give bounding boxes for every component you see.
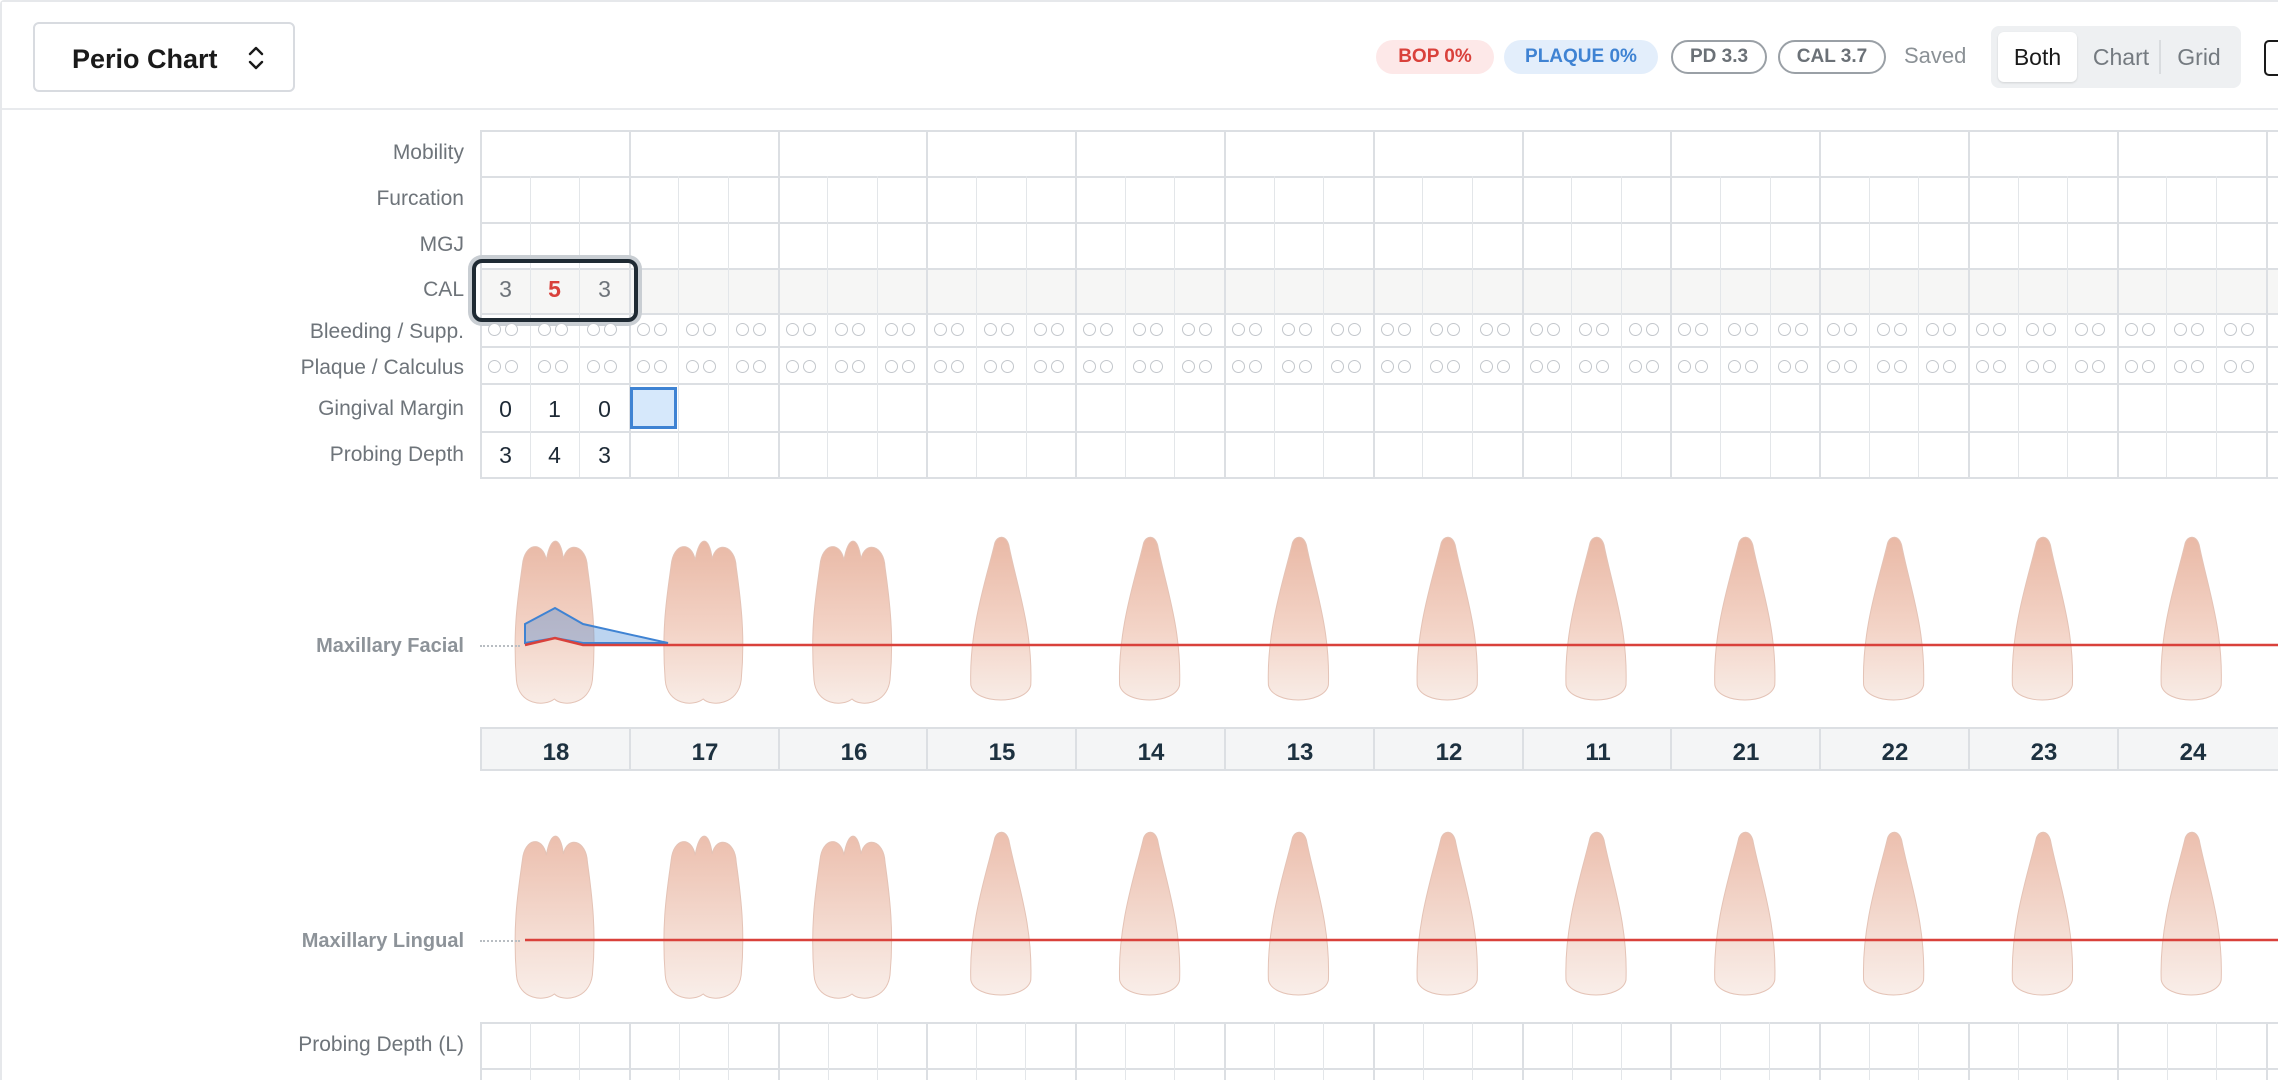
facial-leader-dots	[480, 645, 520, 647]
tooth-number-24[interactable]: 24	[2119, 739, 2267, 767]
lingual-tooth-24[interactable]	[2160, 831, 2222, 996]
tooth-number-17[interactable]: 17	[631, 739, 779, 767]
tooth-chart	[514, 536, 2278, 999]
tooth-number-22[interactable]: 22	[1821, 739, 1969, 767]
tooth-number-16[interactable]: 16	[780, 739, 928, 767]
tooth-number-21[interactable]: 21	[1672, 739, 1820, 767]
facial-tooth-24[interactable]	[2160, 536, 2222, 701]
facial-tooth-14[interactable]	[1118, 536, 1181, 701]
tooth-number-23[interactable]: 23	[1970, 739, 2118, 767]
facial-tooth-11[interactable]	[1565, 536, 1627, 701]
tooth-number-15[interactable]: 15	[928, 739, 1076, 767]
lingual-tooth-11[interactable]	[1565, 831, 1627, 996]
tooth-number-divider	[2117, 729, 2119, 769]
tooth-number-14[interactable]: 14	[1077, 739, 1225, 767]
lingual-tooth-21[interactable]	[1714, 831, 1776, 996]
tooth-number-divider	[1819, 729, 1821, 769]
lingual-tooth-12[interactable]	[1416, 831, 1478, 996]
tooth-number-divider	[1968, 729, 1970, 769]
tooth-number-divider	[778, 729, 780, 769]
facial-tooth-21[interactable]	[1714, 536, 1776, 701]
facial-tooth-22[interactable]	[1862, 536, 1925, 701]
tooth-number-divider	[629, 729, 631, 769]
facial-tooth-15[interactable]	[970, 536, 1032, 701]
facial-tooth-12[interactable]	[1416, 536, 1478, 701]
facial-tooth-13[interactable]	[1267, 536, 1330, 701]
lingual-tooth-23[interactable]	[2011, 831, 2074, 996]
maxillary-lingual-label: Maxillary Lingual	[301, 930, 464, 952]
tooth-number-18[interactable]: 18	[482, 739, 630, 767]
tooth-number-12[interactable]: 12	[1375, 739, 1523, 767]
tooth-number-divider	[1224, 729, 1226, 769]
lingual-tooth-18[interactable]	[514, 835, 595, 999]
facial-tooth-23[interactable]	[2011, 536, 2074, 701]
tooth-number-divider	[1075, 729, 1077, 769]
lingual-leader-dots	[480, 940, 520, 942]
pocket-depth-fill	[524, 606, 669, 645]
facial-tooth-17[interactable]	[663, 540, 744, 704]
lingual-tooth-16[interactable]	[812, 835, 893, 999]
tooth-number-11[interactable]: 11	[1524, 739, 1672, 767]
tooth-number-divider	[1373, 729, 1375, 769]
lingual-tooth-17[interactable]	[663, 835, 744, 999]
tooth-number-divider	[1522, 729, 1524, 769]
lingual-tooth-14[interactable]	[1118, 831, 1181, 996]
lingual-tooth-15[interactable]	[970, 831, 1032, 996]
tooth-number-13[interactable]: 13	[1226, 739, 1374, 767]
tooth-number-divider	[1670, 729, 1672, 769]
facial-tooth-16[interactable]	[812, 540, 893, 704]
maxillary-facial-label: Maxillary Facial	[316, 635, 464, 657]
lingual-tooth-13[interactable]	[1267, 831, 1330, 996]
tooth-number-bar: 18 17 16 15 14 13 12 11 21 22 23 24	[480, 727, 2278, 771]
lingual-tooth-22[interactable]	[1862, 831, 1925, 996]
tooth-number-divider	[926, 729, 928, 769]
